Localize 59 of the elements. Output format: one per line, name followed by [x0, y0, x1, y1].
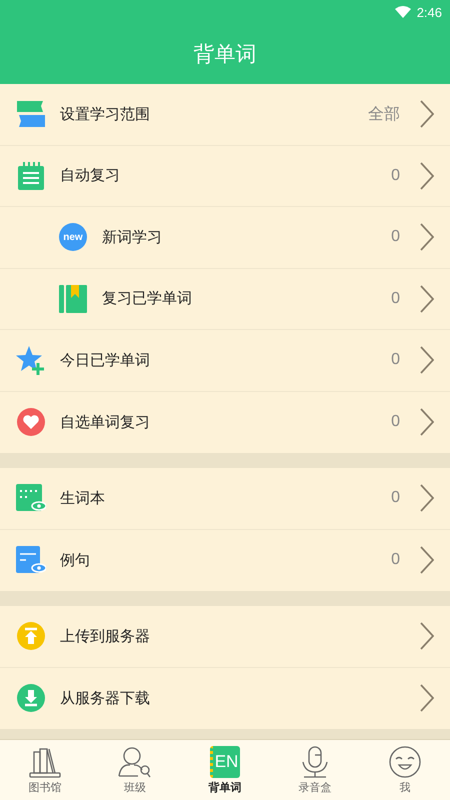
- tab[interactable]: 我: [360, 740, 450, 800]
- wifi-icon: [394, 6, 411, 18]
- menu-row[interactable]: 自动复习 0: [0, 146, 450, 207]
- menu-row[interactable]: 生词本 0: [0, 468, 450, 530]
- page-title: 背单词: [194, 41, 256, 68]
- menu-row[interactable]: 复习已学单词 0: [0, 268, 450, 330]
- chevron-icon: [420, 546, 434, 574]
- row-label: 复习已学单词: [102, 289, 193, 308]
- chevron-icon: [420, 100, 434, 128]
- chevron-icon: [420, 284, 434, 313]
- row-label: 新词学习: [102, 228, 163, 247]
- new-badge-icon: new: [59, 223, 87, 252]
- row-label: 今日已学单词: [60, 350, 151, 370]
- smiley-icon: [389, 746, 421, 778]
- menu-row[interactable]: 上传到服务器: [0, 606, 450, 668]
- row-value: 0: [391, 290, 400, 308]
- download-icon: [17, 684, 45, 712]
- bookshelf-icon: [29, 746, 61, 778]
- bookmark-book-icon: [59, 284, 87, 313]
- chevron-icon: [420, 684, 434, 712]
- tab[interactable]: 班级: [90, 740, 180, 800]
- row-value: 0: [391, 413, 400, 432]
- row-label: 例句: [60, 550, 91, 570]
- tab[interactable]: 图书馆: [0, 740, 90, 800]
- en-book-icon: EN: [210, 746, 240, 778]
- row-label: 设置学习范围: [60, 104, 151, 124]
- chevron-icon: [420, 622, 434, 650]
- upload-icon: [17, 622, 45, 650]
- tab[interactable]: EN 背单词: [180, 740, 270, 800]
- menu-row[interactable]: 例句 0: [0, 530, 450, 591]
- star-plus-icon: [16, 345, 46, 376]
- chevron-icon: [420, 346, 434, 374]
- clock-time: 2:46: [416, 4, 442, 20]
- chevron-icon: [420, 408, 434, 436]
- row-value: 0: [391, 489, 400, 508]
- row-label: 上传到服务器: [60, 626, 151, 646]
- row-label: 生词本: [60, 488, 106, 508]
- tab[interactable]: 录音盒: [270, 740, 360, 800]
- row-label: 自选单词复习: [60, 412, 151, 432]
- notepad-icon: [17, 162, 45, 190]
- document-eye-icon: [16, 546, 46, 574]
- chevron-icon: [420, 162, 434, 190]
- person-icon: [118, 746, 152, 778]
- row-value: 0: [391, 228, 400, 246]
- books-icon: [15, 100, 47, 128]
- row-value: 0: [391, 551, 400, 570]
- chevron-icon: [420, 223, 434, 252]
- menu-row[interactable]: 今日已学单词 0: [0, 330, 450, 392]
- row-label: 从服务器下载: [60, 688, 151, 708]
- chevron-icon: [420, 484, 434, 512]
- row-value: 0: [391, 351, 400, 370]
- card-eye-icon: [16, 484, 46, 512]
- menu-row[interactable]: 自选单词复习 0: [0, 392, 450, 453]
- menu-row[interactable]: 设置学习范围 全部: [0, 84, 450, 146]
- menu-row[interactable]: 从服务器下载: [0, 668, 450, 729]
- row-value: 全部: [368, 104, 400, 125]
- row-value: 0: [391, 166, 400, 185]
- menu-row[interactable]: new 新词学习 0: [0, 207, 450, 268]
- row-label: 自动复习: [60, 166, 121, 186]
